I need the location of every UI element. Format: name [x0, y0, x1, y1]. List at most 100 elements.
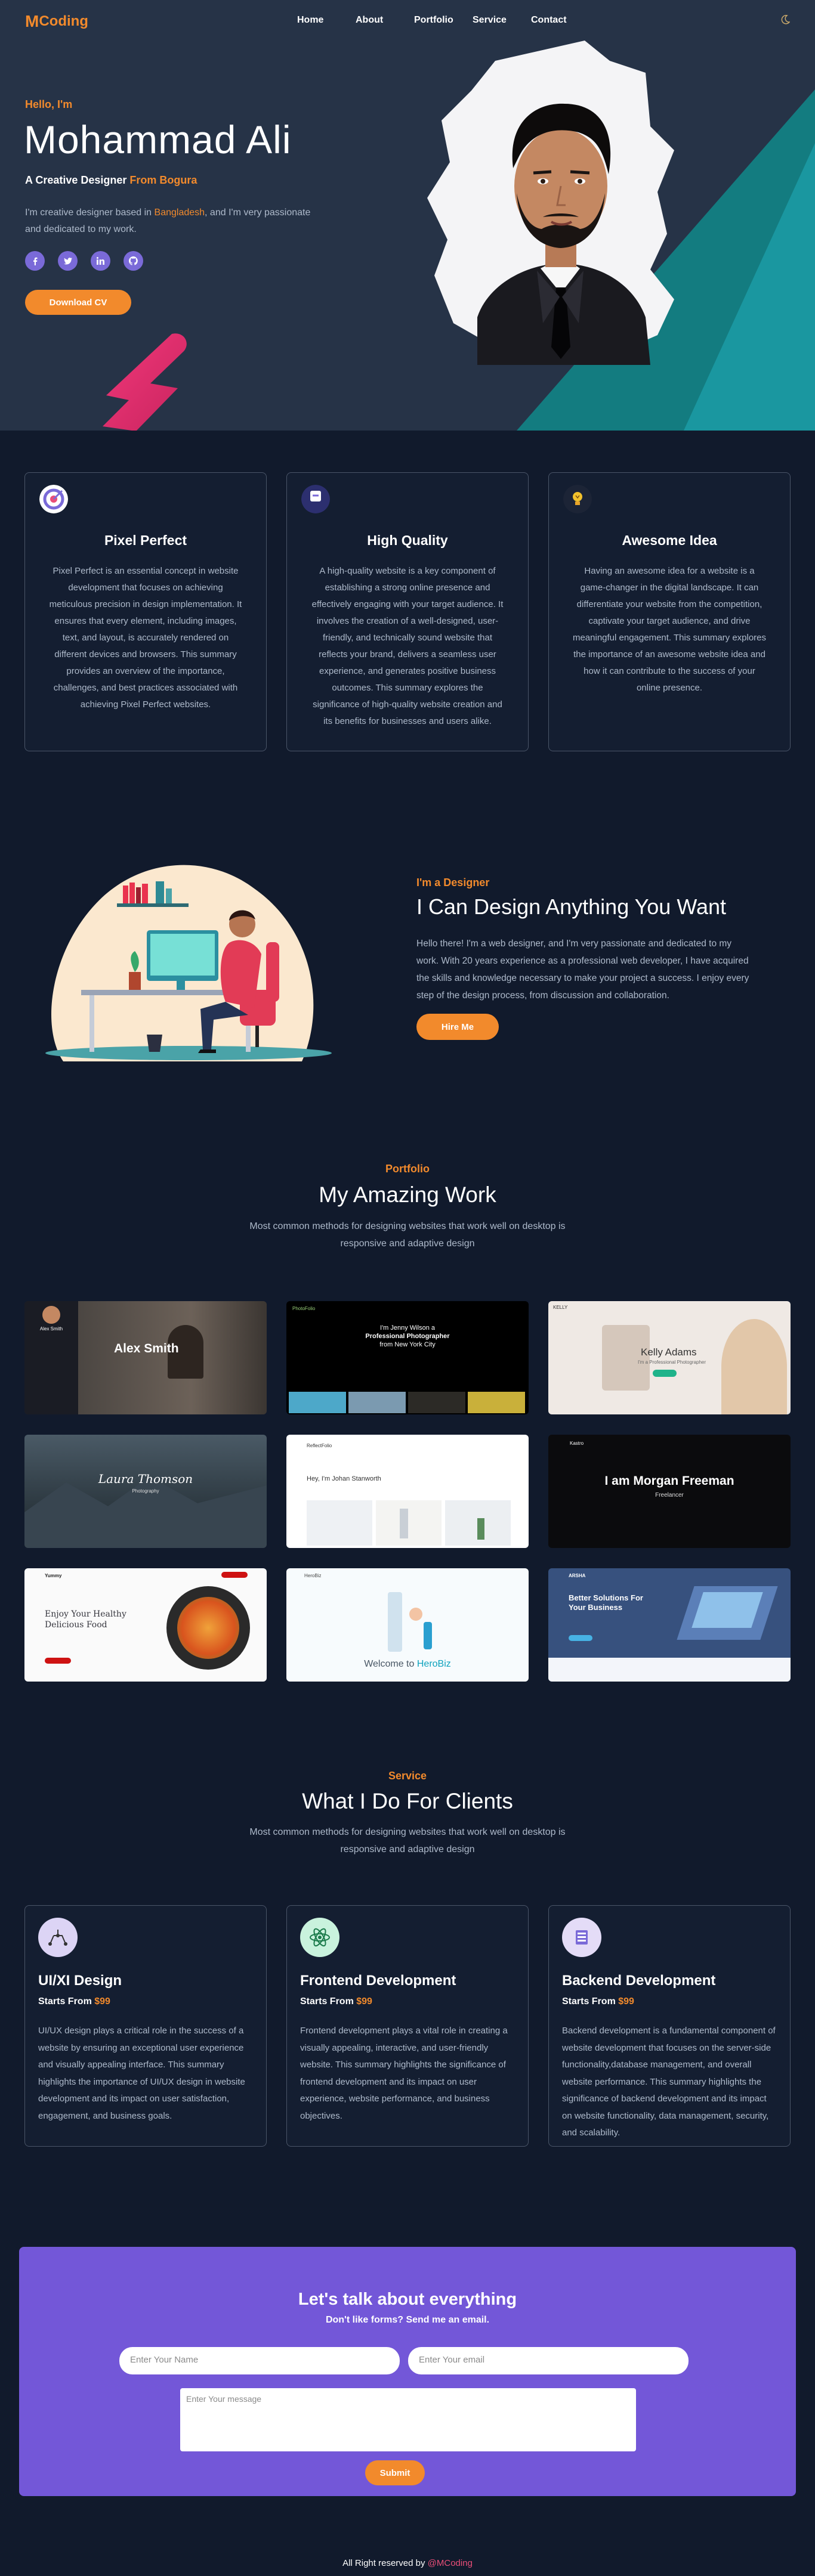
thumb-line: Delicious Food: [45, 1620, 107, 1630]
download-cv-button[interactable]: Download CV: [25, 290, 131, 315]
nav-home[interactable]: Home: [297, 15, 356, 26]
nav-portfolio[interactable]: Portfolio: [414, 15, 473, 26]
feature-text: A high-quality website is a key componen…: [311, 566, 504, 726]
designer-text: Hello there! I'm a web designer, and I'm…: [416, 939, 749, 1001]
feature-title: High Quality: [367, 532, 448, 548]
moon-icon[interactable]: [780, 15, 790, 24]
thumb-line: Professional Photographer: [365, 1333, 450, 1340]
hero-section: M Coding Home About Portfolio Service Con…: [0, 0, 815, 431]
twitter-icon[interactable]: [58, 251, 78, 271]
thumb-caption: Better Solutions For Your Business: [569, 1593, 643, 1612]
profile-portrait: [427, 41, 674, 365]
service-text: Backend development is a fundamental com…: [562, 2026, 776, 2138]
lightbulb-icon: [563, 485, 592, 513]
footer-text: All Right reserved by: [342, 2558, 425, 2568]
feature-text: Having an awesome idea for a website is …: [572, 566, 767, 693]
feature-title: Pixel Perfect: [104, 532, 187, 548]
hero-name: Mohammad Ali: [24, 117, 292, 162]
portfolio-title: My Amazing Work: [319, 1182, 496, 1207]
contact-section: Let's talk about everything Don't like f…: [19, 2247, 796, 2496]
social-links: [25, 251, 143, 271]
nav-menu: Home About Portfolio Service Contact: [297, 15, 589, 26]
service-text: Frontend development plays a vital role …: [300, 2026, 508, 2121]
thumb-brand: Kastro: [570, 1441, 584, 1446]
designer-title: I Can Design Anything You Want: [416, 894, 727, 919]
feature-card: Pixel Perfect Pixel Perfect is an essent…: [24, 472, 267, 751]
portfolio-item[interactable]: ReflectFolio Hey, I'm Johan Stanworth: [286, 1435, 529, 1548]
feature-title: Awesome Idea: [622, 532, 717, 548]
logo[interactable]: M Coding: [25, 12, 88, 31]
service-price: Starts From $99: [562, 1996, 777, 2007]
thumb-caption: Welcome to HeroBiz: [286, 1659, 529, 1670]
github-icon[interactable]: [124, 251, 143, 271]
portfolio-item[interactable]: HeroBiz Welcome to HeroBiz: [286, 1568, 529, 1682]
thumb-brand: Alex Smith: [39, 1326, 63, 1332]
intro-text: I'm creative designer based in: [25, 208, 152, 218]
service-text: UI/UX design plays a critical role in th…: [38, 2026, 245, 2121]
role-prefix: A Creative Designer: [25, 174, 127, 186]
facebook-icon[interactable]: [25, 251, 45, 271]
hire-me-button[interactable]: Hire Me: [416, 1014, 499, 1040]
footer: All Right reserved by @MCoding: [0, 2558, 815, 2568]
portfolio-item[interactable]: PhotoFolio I'm Jenny Wilson a Professiona…: [286, 1301, 529, 1414]
thumb-line: Enjoy Your Healthy: [45, 1609, 126, 1619]
portfolio-item[interactable]: Laura Thomson Photography: [24, 1435, 267, 1548]
service-card: Frontend Development Starts From $99 Fro…: [286, 1905, 529, 2147]
service-price: Starts From $99: [38, 1996, 253, 2007]
portfolio-item[interactable]: Alex Smith Alex Smith: [24, 1301, 267, 1414]
service-title: Backend Development: [562, 1973, 716, 1989]
price-value: $99: [356, 1996, 372, 2007]
thumb-brand: ARSHA: [569, 1573, 586, 1578]
portfolio-item[interactable]: Yummy Enjoy Your Healthy Delicious Food: [24, 1568, 267, 1682]
thumb-line: I'm Jenny Wilson a: [380, 1324, 435, 1332]
quality-icon: [301, 485, 330, 513]
design-icon: [38, 1918, 78, 1957]
service-title: What I Do For Clients: [302, 1789, 513, 1813]
feature-card: Awesome Idea Having an awesome idea for …: [548, 472, 791, 751]
thumb-caption-highlight: HeroBiz: [416, 1659, 451, 1669]
name-input[interactable]: Enter Your Name: [119, 2347, 400, 2374]
price-value: $99: [618, 1996, 634, 2007]
service-card: Backend Development Starts From $99 Back…: [548, 1905, 791, 2147]
portfolio-item[interactable]: ARSHA Better Solutions For Your Business: [548, 1568, 791, 1682]
service-card: UI/XI Design Starts From $99 UI/UX desig…: [24, 1905, 267, 2147]
thumb-caption: Enjoy Your Healthy Delicious Food: [45, 1609, 126, 1630]
lightning-decoration: [103, 333, 187, 431]
nav-about[interactable]: About: [356, 15, 414, 26]
linkedin-icon[interactable]: [91, 251, 110, 271]
thumb-caption: Alex Smith: [114, 1342, 179, 1355]
logo-text: Coding: [39, 13, 88, 29]
portfolio-item[interactable]: KELLY Kelly Adams I'm a Professional Pho…: [548, 1301, 791, 1414]
contact-title: Let's talk about everything: [298, 2290, 517, 2309]
atom-icon: [300, 1918, 339, 1957]
logo-mark: M: [25, 12, 39, 30]
portfolio-item[interactable]: Kastro I am Morgan Freeman Freelancer: [548, 1435, 791, 1548]
footer-highlight[interactable]: @MCoding: [428, 2558, 473, 2568]
thumb-brand: PhotoFolio: [292, 1306, 316, 1311]
thumb-sub: Freelancer: [655, 1492, 684, 1498]
service-title: UI/XI Design: [38, 1973, 122, 1989]
price-prefix: Starts From: [562, 1996, 616, 2007]
email-input[interactable]: Enter Your email: [408, 2347, 689, 2374]
hero-greeting: Hello, I'm: [25, 98, 73, 110]
nav-service[interactable]: Service: [473, 15, 531, 26]
thumb-brand: HeroBiz: [304, 1573, 322, 1578]
price-prefix: Starts From: [300, 1996, 354, 2007]
price-prefix: Starts From: [38, 1996, 92, 2007]
thumb-brand: Yummy: [45, 1573, 62, 1578]
thumb-caption: Kelly Adams: [641, 1346, 697, 1358]
portfolio-label: Portfolio: [385, 1163, 430, 1175]
thumb-brand: KELLY: [553, 1305, 568, 1310]
thumb-line: from New York City: [379, 1341, 436, 1348]
submit-button[interactable]: Submit: [365, 2460, 425, 2485]
service-label: Service: [388, 1770, 427, 1782]
message-textarea[interactable]: Enter Your message: [180, 2388, 636, 2451]
thumb-line: Your Business: [569, 1603, 623, 1612]
page-spacer: [0, 0, 1, 2576]
thumb-caption: Hey, I'm Johan Stanworth: [307, 1475, 381, 1482]
nav-contact[interactable]: Contact: [531, 15, 589, 26]
designer-illustration: [45, 865, 332, 1061]
service-title: Frontend Development: [300, 1973, 456, 1989]
thumb-caption: Laura Thomson: [98, 1472, 193, 1486]
feature-card: High Quality A high-quality website is a…: [286, 472, 529, 751]
